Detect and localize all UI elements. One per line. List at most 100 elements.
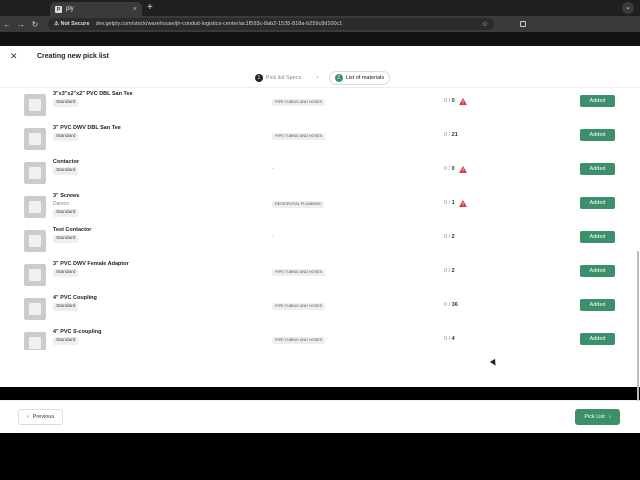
step-number: 2 [334,73,343,82]
step-list-of-materials[interactable]: 2 List of materials [328,70,391,85]
quantity-available: 2 [451,268,455,274]
step-label: List of materials [345,74,385,81]
warning-icon [459,200,467,207]
item-category: PIPE TUBING AND HOSES [272,269,326,276]
list-item: 3" PVC DWV DBL San Tee Standard PIPE TUBIN… [0,124,640,158]
pick-list-button[interactable]: Pick List › [575,409,620,425]
product-thumbnail [24,196,46,218]
product-thumbnail [24,128,46,150]
item-quantity: 0 / 2 [444,268,455,274]
url-text[interactable]: dev.getply.com/stock/warehouse/jlr-condu… [96,21,476,27]
quantity-available: 21 [451,132,458,138]
reload-icon[interactable]: ↻ [28,20,42,29]
status-badge: Standard [53,133,79,141]
added-button[interactable]: Added [580,265,615,277]
pick-list-page: ✕ Creating new pick list 1 Pick list Spe… [0,46,640,433]
browser-toolbar: ← → ↻ ⚠ Not Secure dev.getply.com/stock/… [0,16,640,32]
item-category: PIPE TUBING AND HOSES [272,303,326,310]
quantity-picked: 0 [444,302,448,308]
previous-label: Previous [32,414,55,420]
item-quantity: 0 / 21 [444,132,458,138]
product-thumbnail [24,332,46,350]
scrollbar[interactable] [637,251,639,401]
added-button[interactable]: Added [580,163,615,175]
tab-title: ply [66,6,74,12]
step-label: Pick list Specs [265,74,302,81]
item-quantity: 0 / 2 [444,234,455,240]
added-button[interactable]: Added [580,95,615,107]
chevron-left-icon: ‹ [26,414,29,420]
item-name: 3" PVC DWV Female Adaptor [53,261,129,267]
extensions-icon[interactable] [520,21,526,27]
screen: p ply × + ⌄ ← → ↻ ⚠ Not Secure dev.getpl… [0,0,640,480]
quantity-available: 4 [451,336,455,342]
back-icon[interactable]: ← [0,20,14,29]
item-category: - [272,234,274,240]
list-item: 3" PVC DWV Female Adaptor Standard PIPE TU… [0,260,640,294]
item-quantity: 0 / 0 [444,98,455,104]
browser-tab[interactable]: p ply × [50,2,142,16]
close-tab-icon[interactable]: × [133,6,137,13]
quantity-picked: 0 [444,268,448,274]
status-badge: Standard [53,235,79,243]
list-item: Contactor Standard - 0 / 0 Added [0,158,640,192]
status-badge: Standard [53,337,79,345]
close-icon[interactable]: ✕ [10,51,18,62]
item-supplier: Damon [53,201,70,207]
new-tab-icon[interactable]: + [147,2,153,14]
warning-icon [459,166,467,173]
quantity-available: 1 [451,200,455,206]
quantity-available: 0 [451,166,455,172]
item-category: RESIDENTIAL PLUMBING [272,201,324,208]
list-item: 4" PVC Coupling Standard PIPE TUBING AND H… [0,294,640,328]
step-number: 1 [254,73,263,82]
bookmark-star-icon[interactable]: ☆ [482,20,488,28]
added-button[interactable]: Added [580,197,615,209]
item-quantity: 0 / 36 [444,302,458,308]
not-secure-indicator[interactable]: ⚠ Not Secure [54,21,90,27]
status-badge: Standard [53,303,79,311]
forward-icon[interactable]: → [14,20,28,29]
product-thumbnail [24,94,46,116]
item-category: - [272,166,274,172]
status-badge: Standard [53,99,79,107]
item-name: 4" PVC S-coupling [53,329,102,335]
added-button[interactable]: Added [580,129,615,141]
added-button[interactable]: Added [580,333,615,345]
quantity-picked: 0 [444,166,448,172]
pick-list-label: Pick List [584,414,605,420]
quantity-picked: 0 [444,132,448,138]
list-item: Test Contactor Standard - 0 / 2 Added [0,226,640,260]
item-name: Contactor [53,159,79,165]
product-thumbnail [24,230,46,252]
chevron-right-icon: › [316,74,319,81]
product-thumbnail [24,162,46,184]
step-pick-list-specs[interactable]: 1 Pick list Specs [250,72,306,84]
item-quantity: 0 / 1 [444,200,455,206]
quantity-picked: 0 [444,336,448,342]
item-quantity: 0 / 0 [444,166,455,172]
not-secure-label: Not Secure [60,21,90,27]
browser-tab-strip: p ply × + ⌄ [0,0,640,16]
footer: ‹ Previous Pick List › [0,400,640,433]
page-title: Creating new pick list [37,53,109,60]
status-badge: Standard [53,209,79,217]
quantity-picked: 0 [444,200,448,206]
item-quantity: 0 / 4 [444,336,455,342]
stepper: 1 Pick list Specs › 2 List of materials [0,68,640,88]
item-category: PIPE TUBING AND HOSES [272,99,326,106]
added-button[interactable]: Added [580,231,615,243]
status-badge: Standard [53,167,79,175]
address-bar[interactable]: ⚠ Not Secure dev.getply.com/stock/wareho… [48,18,494,30]
chevron-right-icon: › [608,414,611,420]
window-menu-icon[interactable]: ⌄ [622,2,634,14]
quantity-picked: 0 [444,98,448,104]
product-thumbnail [24,264,46,286]
previous-button[interactable]: ‹ Previous [18,409,63,425]
quantity-available: 36 [451,302,458,308]
status-badge: Standard [53,269,79,277]
added-button[interactable]: Added [580,299,615,311]
quantity-available: 0 [451,98,455,104]
mouse-cursor-icon [489,358,499,368]
item-name: Test Contactor [53,227,92,233]
